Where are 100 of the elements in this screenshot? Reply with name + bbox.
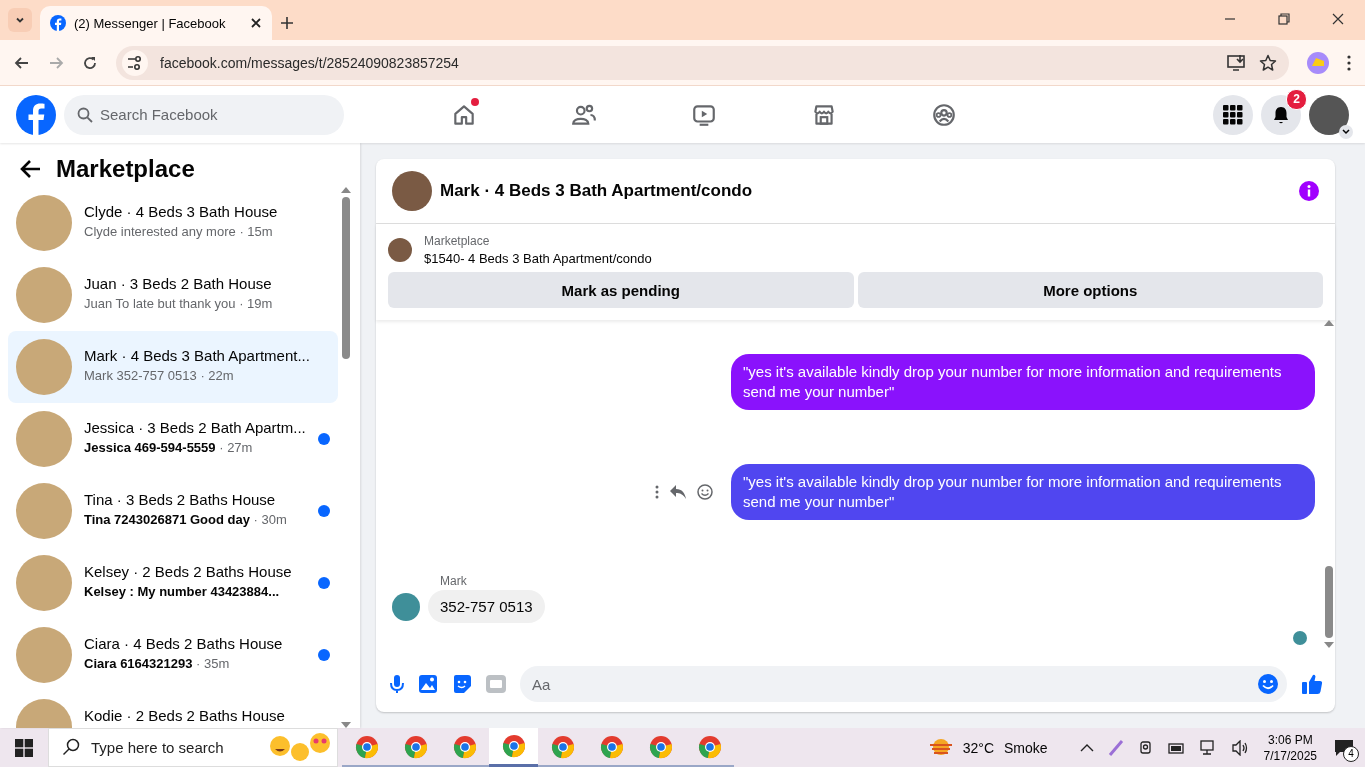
chrome-icon (501, 734, 526, 758)
tab-list-button[interactable] (8, 8, 32, 32)
battery-icon[interactable] (1167, 740, 1186, 755)
chrome-icon (599, 734, 624, 759)
more-vertical-icon (655, 485, 659, 499)
conversation-item[interactable]: Clyde · 4 Beds 3 Bath House Clyde interested any more · 15m (8, 187, 338, 259)
chrome-taskbar-button[interactable] (489, 728, 538, 767)
panel-title: Marketplace (56, 155, 195, 183)
like-button[interactable] (1301, 673, 1323, 695)
scroll-down-icon[interactable] (1324, 642, 1334, 648)
conversation-title: Clyde · 4 Beds 3 Bath House (84, 203, 279, 220)
avatar (392, 592, 420, 621)
chrome-icon (403, 734, 428, 759)
pen-icon[interactable] (1107, 738, 1124, 757)
chrome-icon (648, 734, 673, 759)
conversation-item[interactable]: Jessica · 3 Beds 2 Bath Apartm... Jessica 469-594-5559 · 27m (8, 403, 338, 475)
conversation-item[interactable]: Tina · 3 Beds 2 Baths House Tina 7243026871 Good day · 30m (8, 475, 338, 547)
message-preview: Tina 7243026871 Good day · 30m (84, 512, 288, 527)
received-message: 352-757 0513 (428, 590, 545, 623)
conversation-title: Mark · 4 Beds 3 Bath Apartment... (84, 347, 311, 364)
more-vertical-icon[interactable] (1347, 54, 1351, 71)
photo-placeholder (16, 267, 72, 323)
emoji-faces-drawing (268, 732, 332, 762)
conversation-item[interactable]: Kelsey · 2 Beds 2 Baths House Kelsey : My number 43423884... (8, 547, 338, 619)
scrollbar-thumb[interactable] (342, 197, 350, 359)
clock-date: 7/17/2025 (1263, 747, 1317, 764)
reply-button[interactable] (669, 484, 687, 500)
scrollbar-thumb[interactable] (1325, 566, 1333, 638)
haze-weather-icon (928, 737, 953, 758)
photo-placeholder (16, 195, 72, 251)
search-icon (62, 738, 80, 756)
clock-time: 3:06 PM (1267, 731, 1313, 748)
url-text: facebook.com/messages/t/28524090823857254 (160, 54, 460, 71)
message-input[interactable]: Aa (520, 666, 1287, 702)
site-settings-icon[interactable] (127, 55, 143, 70)
message-preview: Jessica 469-594-5559 · 27m (84, 440, 254, 455)
microphone-icon (390, 674, 404, 694)
notifications-button[interactable] (1261, 94, 1301, 135)
sent-message: "yes it's available kindly drop your number for more information and requirements send me your number" (731, 464, 1315, 520)
close-icon[interactable] (250, 17, 262, 29)
chrome-icon (697, 734, 722, 759)
notification-center-button[interactable]: 4 (1331, 734, 1357, 761)
search-icon (77, 106, 93, 123)
scroll-up-icon[interactable] (341, 187, 351, 193)
back-arrow-icon (20, 159, 42, 179)
scroll-up-icon[interactable] (1324, 320, 1334, 326)
action-button[interactable]: Mark as pending (388, 272, 854, 308)
photo-placeholder (388, 238, 412, 262)
back-button[interactable] (20, 159, 42, 179)
menu-button[interactable] (1213, 94, 1253, 135)
react-button[interactable] (697, 484, 713, 500)
conversation-title: Tina · 3 Beds 2 Baths House (84, 491, 277, 508)
message-preview: Kelsey : My number 43423884... (84, 584, 281, 599)
photo-placeholder (16, 483, 72, 539)
smiley-icon (697, 484, 713, 500)
message-preview: Mark 352-757 0513 · 22m (84, 368, 235, 383)
facebook-logo[interactable] (16, 94, 56, 135)
sticker-icon (452, 674, 472, 694)
tab-title: (2) Messenger | Facebook (74, 15, 227, 31)
conversation-item[interactable]: Juan · 3 Beds 2 Bath House Juan To late but thank you · 19m (8, 259, 338, 331)
conversation-title: Kelsey · 2 Beds 2 Baths House (84, 563, 293, 580)
restore-icon[interactable] (1278, 13, 1290, 25)
cheese-icon[interactable] (1307, 51, 1329, 74)
message-preview: Ciara 6164321293 · 35m (84, 656, 231, 671)
conversation-item[interactable]: Mark · 4 Beds 3 Bath Apartment... Mark 352-757 0513 · 22m (8, 331, 338, 403)
listing-label: Marketplace (424, 234, 491, 248)
info-icon[interactable] (1299, 181, 1319, 201)
close-icon[interactable] (1332, 13, 1344, 25)
emoji-icon[interactable] (1257, 673, 1279, 695)
photo-placeholder (16, 627, 72, 683)
listing-title: $1540- 4 Beds 3 Bath Apartment/condo (424, 251, 652, 266)
photo-placeholder (16, 555, 72, 611)
reload-icon[interactable] (82, 54, 98, 71)
facebook-logo-icon (50, 15, 66, 31)
windows-logo-icon (15, 738, 33, 757)
back-arrow-icon[interactable] (14, 54, 30, 71)
install-app-icon[interactable] (1227, 53, 1247, 72)
sender-name: Mark (440, 574, 468, 588)
chevron-up-icon[interactable] (1079, 742, 1094, 753)
camera-icon[interactable] (1137, 739, 1154, 756)
star-icon[interactable] (1259, 53, 1277, 72)
voice-clip-button[interactable] (390, 674, 404, 694)
sticker-button[interactable] (452, 674, 472, 694)
photo-placeholder (16, 339, 72, 395)
bell-icon (1271, 104, 1291, 125)
conversation-item[interactable]: Ciara · 4 Beds 2 Baths House Ciara 6164321293 · 35m (8, 619, 338, 691)
conversation-title: Juan · 3 Beds 2 Bath House (84, 275, 273, 292)
caret-icon (1342, 128, 1350, 135)
menu-grid-icon (1223, 104, 1243, 125)
photo-button[interactable] (418, 674, 438, 694)
speaker-icon[interactable] (1231, 739, 1250, 756)
message-preview: Juan To late but thank you · 19m (84, 296, 274, 311)
more-options-button[interactable] (655, 485, 659, 499)
new-tab-icon[interactable] (280, 16, 294, 30)
action-button[interactable]: More options (857, 272, 1323, 308)
search-field[interactable]: Search Facebook (64, 94, 344, 135)
address-bar[interactable]: facebook.com/messages/t/28524090823857254 (116, 45, 1289, 80)
taskbar-search-field[interactable]: Type here to search (48, 728, 338, 767)
browser-tab[interactable]: (2) Messenger | Facebook (40, 6, 272, 40)
conversation-title: Jessica · 3 Beds 2 Bath Apartm... (84, 419, 306, 436)
